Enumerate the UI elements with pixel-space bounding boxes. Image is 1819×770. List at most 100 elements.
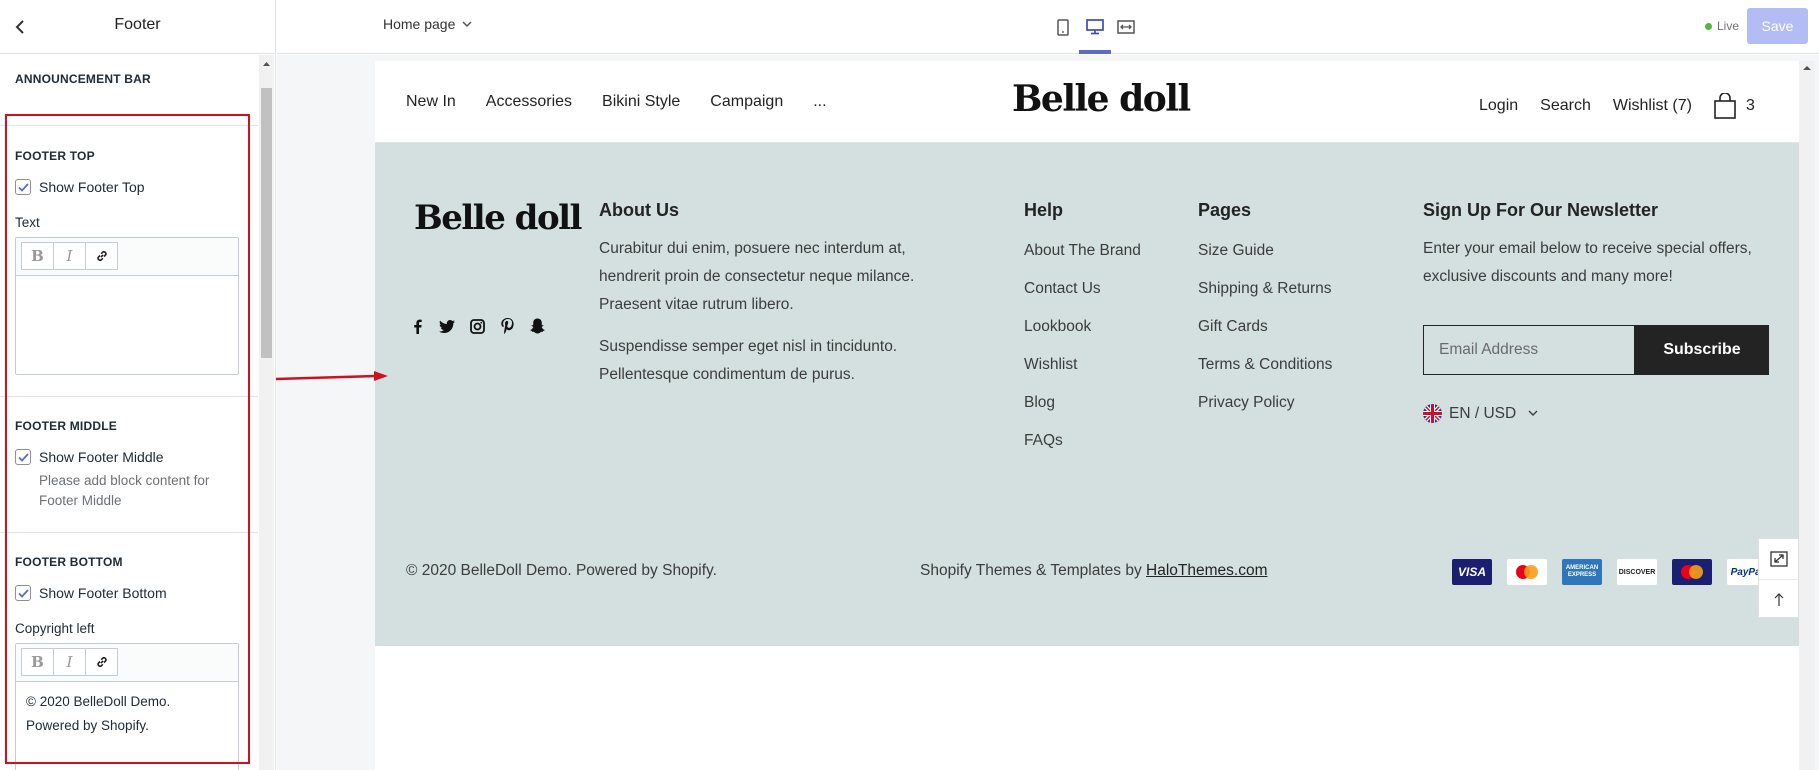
email-input[interactable]: Email Address: [1423, 325, 1635, 375]
footer-link[interactable]: Lookbook: [1024, 318, 1091, 336]
live-status-dot: [1705, 22, 1712, 30]
footer-copyright: © 2020 BelleDoll Demo. Powered by Shopif…: [406, 562, 717, 579]
footer-link[interactable]: Privacy Policy: [1198, 394, 1294, 412]
show-footer-middle-checkbox[interactable]: Show Footer Middle: [15, 449, 164, 465]
link-button[interactable]: [85, 648, 118, 676]
fullscreen-view-button[interactable]: [1113, 14, 1139, 40]
uk-flag-icon: [1423, 404, 1442, 423]
divider: [0, 532, 258, 533]
active-device-indicator: [1079, 50, 1111, 54]
fullscreen-icon: [1117, 20, 1135, 34]
store-logo[interactable]: Belle doll: [1012, 78, 1191, 120]
footer-link[interactable]: Gift Cards: [1198, 318, 1268, 336]
visa-icon: VISA: [1452, 559, 1492, 585]
nav-item-new-in[interactable]: New In: [406, 93, 456, 111]
divider: [0, 396, 258, 397]
newsletter-line: exclusive discounts and many more!: [1423, 268, 1673, 285]
pages-heading: Pages: [1198, 200, 1252, 220]
nav-item-accessories[interactable]: Accessories: [486, 93, 572, 111]
halothemes-link[interactable]: HaloThemes.com: [1146, 562, 1267, 579]
store-preview: New In Accessories Bikini Style Campaign…: [375, 61, 1799, 770]
chevron-down-icon: [1528, 410, 1538, 416]
wishlist-link[interactable]: Wishlist (7): [1613, 97, 1692, 115]
footer-link[interactable]: About The Brand: [1024, 242, 1141, 260]
nav-item-campaign[interactable]: Campaign: [710, 93, 783, 111]
checkmark-icon: [17, 452, 29, 462]
footer-link[interactable]: Blog: [1024, 394, 1055, 412]
footer-link[interactable]: Terms & Conditions: [1198, 356, 1332, 374]
sidebar-scrollbar-thumb[interactable]: [261, 88, 272, 358]
announcement-bar-title: ANNOUNCEMENT BAR: [15, 72, 151, 86]
checkbox-box[interactable]: [15, 179, 31, 195]
show-footer-middle-label: Show Footer Middle: [39, 449, 164, 465]
newsletter-heading: Sign Up For Our Newsletter: [1423, 200, 1659, 220]
copyright-text-editor: B I © 2020 BelleDoll Demo. Powered by Sh…: [15, 643, 239, 770]
payment-icons: VISA AMERICAN EXPRESS DISCOVER PayPal: [1452, 559, 1767, 585]
subscribe-button[interactable]: Subscribe: [1635, 325, 1769, 375]
bold-button[interactable]: B: [21, 648, 54, 676]
preview-scrollbar[interactable]: [1799, 61, 1815, 770]
search-link[interactable]: Search: [1540, 97, 1591, 115]
sidebar-scroll-area[interactable]: ANNOUNCEMENT BAR FOOTER TOP Show Footer …: [0, 55, 276, 770]
pinterest-icon[interactable]: [498, 317, 516, 335]
about-line: Praesent vitae rutrum libero.: [599, 296, 794, 313]
checkbox-box[interactable]: [15, 449, 31, 465]
desktop-view-button[interactable]: [1082, 14, 1108, 40]
mastercard-icon: [1507, 559, 1547, 585]
footer-credit: Shopify Themes & Templates by HaloThemes…: [920, 562, 1268, 580]
page-selector[interactable]: Home page: [383, 16, 472, 32]
checkbox-box[interactable]: [15, 585, 31, 601]
mobile-view-button[interactable]: [1050, 14, 1076, 40]
settings-sidebar: Footer ANNOUNCEMENT BAR FOOTER TOP Show …: [0, 0, 276, 770]
save-button[interactable]: Save: [1747, 8, 1808, 44]
footer-link[interactable]: FAQs: [1024, 432, 1063, 450]
link-icon: [96, 657, 107, 667]
bold-button[interactable]: B: [21, 242, 54, 270]
footer-link[interactable]: Wishlist: [1024, 356, 1077, 374]
back-to-top-button[interactable]: [1759, 579, 1798, 619]
editor-toolbar: B I: [16, 644, 238, 682]
footer-link[interactable]: Size Guide: [1198, 242, 1274, 260]
snapchat-icon[interactable]: [528, 317, 546, 335]
cart-button[interactable]: 3: [1714, 93, 1755, 119]
footer-top-title: FOOTER TOP: [15, 149, 95, 163]
nav-item-bikini-style[interactable]: Bikini Style: [602, 93, 680, 111]
compare-button[interactable]: [1759, 539, 1798, 579]
link-icon: [96, 251, 107, 261]
editor-content[interactable]: [16, 276, 238, 374]
scroll-up-arrow-icon[interactable]: [1799, 62, 1815, 74]
divider: [0, 125, 258, 126]
italic-button[interactable]: I: [53, 648, 86, 676]
text-label: Text: [15, 215, 40, 230]
instagram-icon[interactable]: [468, 317, 486, 335]
footer-bottom-title: FOOTER BOTTOM: [15, 555, 123, 569]
twitter-icon[interactable]: [438, 317, 456, 335]
italic-button[interactable]: I: [53, 242, 86, 270]
newsletter-line: Enter your email below to receive specia…: [1423, 240, 1752, 257]
footer-middle-title: FOOTER MIDDLE: [15, 419, 117, 433]
live-status-label: Live: [1717, 19, 1740, 33]
main-nav: New In Accessories Bikini Style Campaign…: [406, 93, 827, 111]
about-line: Suspendisse semper eget nisl in tincidun…: [599, 338, 898, 355]
login-link[interactable]: Login: [1479, 97, 1518, 115]
footer-link[interactable]: Contact Us: [1024, 280, 1101, 298]
link-button[interactable]: [85, 242, 118, 270]
copyright-left-label: Copyright left: [15, 621, 95, 636]
currency-selector[interactable]: EN / USD: [1423, 404, 1538, 423]
show-footer-top-checkbox[interactable]: Show Footer Top: [15, 179, 145, 195]
checkmark-icon: [17, 588, 29, 598]
help-heading: Help: [1024, 200, 1064, 220]
discover-icon: DISCOVER: [1617, 559, 1657, 585]
scroll-up-arrow-icon[interactable]: [261, 59, 272, 69]
footer-logo[interactable]: Belle doll: [414, 198, 582, 238]
editor-content[interactable]: © 2020 BelleDoll Demo. Powered by Shopif…: [16, 682, 238, 746]
copyright-line: © 2020 BelleDoll Demo.: [26, 694, 171, 709]
mobile-icon: [1057, 18, 1069, 36]
about-heading: About Us: [599, 200, 679, 220]
show-footer-bottom-checkbox[interactable]: Show Footer Bottom: [15, 585, 167, 601]
nav-item-more[interactable]: ...: [813, 93, 826, 111]
live-status: Live: [1705, 19, 1739, 33]
footer-link[interactable]: Shipping & Returns: [1198, 280, 1332, 298]
about-line: Pellentesque condimentum de purus.: [599, 366, 855, 383]
facebook-icon[interactable]: [408, 317, 426, 335]
